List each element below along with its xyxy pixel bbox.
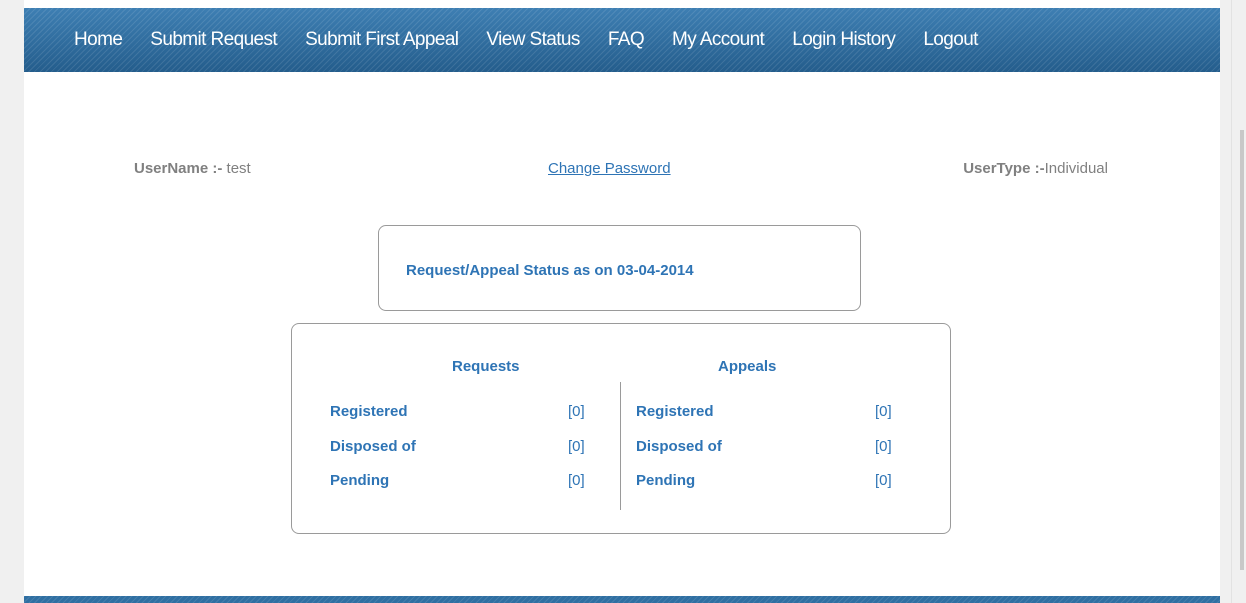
appeals-disposed-label: Disposed of: [636, 438, 722, 455]
status-summary-box: Requests Appeals Registered [0] Disposed…: [291, 323, 951, 534]
nav-login-history[interactable]: Login History: [792, 29, 896, 51]
usertype-label: UserType :-: [963, 160, 1045, 177]
column-divider: [620, 382, 621, 510]
nav-view-status[interactable]: View Status: [486, 29, 580, 51]
nav-home[interactable]: Home: [74, 29, 123, 51]
nav-faq[interactable]: FAQ: [608, 29, 645, 51]
page-content: Home Submit Request Submit First Appeal …: [24, 0, 1220, 603]
change-password-link[interactable]: Change Password: [548, 160, 671, 177]
appeals-registered-label: Registered: [636, 403, 714, 420]
appeals-registered-count: [0]: [875, 403, 892, 420]
requests-disposed-label: Disposed of: [330, 438, 416, 455]
requests-pending-count: [0]: [568, 472, 585, 489]
nav-my-account[interactable]: My Account: [672, 29, 765, 51]
requests-pending-label: Pending: [330, 472, 390, 489]
nav-submit-first-appeal[interactable]: Submit First Appeal: [305, 29, 459, 51]
nav-submit-request[interactable]: Submit Request: [150, 29, 277, 51]
top-navigation-bar: Home Submit Request Submit First Appeal …: [24, 8, 1220, 72]
appeals-heading: Appeals: [718, 358, 777, 375]
usertype-info: UserType :-Individual: [963, 160, 1108, 177]
appeals-disposed-count: [0]: [875, 438, 892, 455]
username-label: UserName :-: [134, 160, 223, 177]
footer-bar: [24, 596, 1220, 603]
appeals-pending-count: [0]: [875, 472, 892, 489]
requests-heading: Requests: [452, 358, 520, 375]
username-info: UserName :- test: [134, 160, 251, 177]
requests-registered-count: [0]: [568, 403, 585, 420]
status-title-box: Request/Appeal Status as on 03-04-2014: [378, 225, 861, 311]
requests-disposed-count: [0]: [568, 438, 585, 455]
scrollbar-thumb[interactable]: [1240, 130, 1244, 570]
status-title: Request/Appeal Status as on 03-04-2014: [406, 262, 694, 279]
username-value: test: [226, 160, 251, 177]
appeals-pending-label: Pending: [636, 472, 696, 489]
nav-logout[interactable]: Logout: [923, 29, 978, 51]
vertical-scrollbar[interactable]: [1231, 0, 1246, 603]
usertype-value: Individual: [1044, 160, 1108, 177]
requests-registered-label: Registered: [330, 403, 408, 420]
